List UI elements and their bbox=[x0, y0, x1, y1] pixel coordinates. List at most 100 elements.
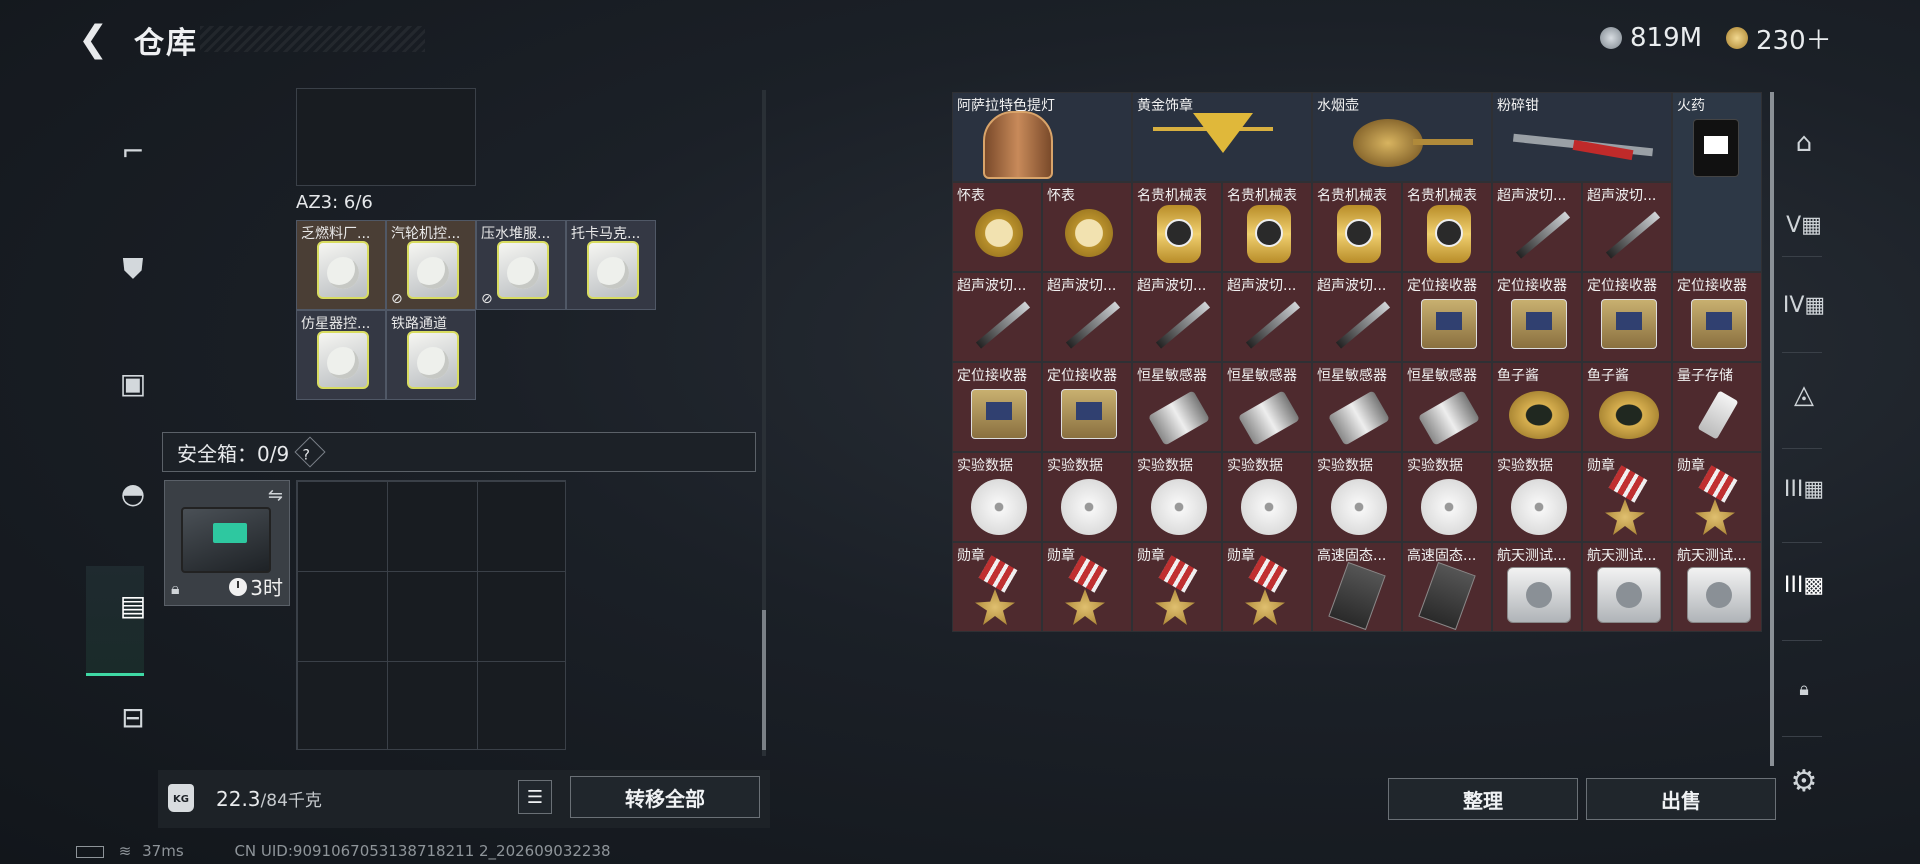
item-name: 鱼子酱 bbox=[1497, 368, 1539, 384]
gear-icon[interactable]: ⚙ bbox=[1780, 756, 1828, 806]
storage-item[interactable]: 实验数据 bbox=[1042, 452, 1132, 542]
storage-item[interactable]: 高速固态... bbox=[1312, 542, 1402, 632]
storage-item[interactable]: 勋章 bbox=[1042, 542, 1132, 632]
list-view-button[interactable]: ☰ bbox=[518, 780, 552, 814]
storage-scrollbar[interactable] bbox=[1770, 92, 1774, 766]
storage-item[interactable]: 超声波切... bbox=[1582, 182, 1672, 272]
container-item[interactable]: 汽轮机控... ⊘ bbox=[386, 220, 476, 310]
item-name: 怀表 bbox=[957, 188, 985, 204]
storage-item[interactable]: 粉碎钳 bbox=[1492, 92, 1672, 182]
left-scrollbar[interactable] bbox=[762, 90, 766, 756]
vest-icon[interactable]: ⛊ bbox=[112, 244, 154, 294]
storage-item[interactable]: 实验数据 bbox=[1492, 452, 1582, 542]
storage-item[interactable]: 定位接收器 bbox=[1492, 272, 1582, 362]
storage-item[interactable]: 鱼子酱 bbox=[1492, 362, 1582, 452]
sell-button[interactable]: 出售 bbox=[1586, 778, 1776, 820]
storage-item[interactable]: 恒星敏感器 bbox=[1402, 362, 1492, 452]
storage-item[interactable]: 超声波切... bbox=[1492, 182, 1582, 272]
lock-icon[interactable]: 🔒︎ bbox=[1780, 664, 1828, 714]
item-name: 水烟壶 bbox=[1317, 98, 1359, 114]
storage-item[interactable]: 超声波切... bbox=[1132, 272, 1222, 362]
container-item[interactable]: 仿星器控... bbox=[296, 310, 386, 400]
item-name: 勋章 bbox=[1137, 548, 1165, 564]
keycard-icon bbox=[407, 241, 459, 299]
container-item[interactable]: 托卡马克... bbox=[566, 220, 656, 310]
storage-item[interactable]: 名贵机械表 bbox=[1132, 182, 1222, 272]
container-item[interactable]: 铁路通道 bbox=[386, 310, 476, 400]
storage-item[interactable]: 怀表 bbox=[1042, 182, 1132, 272]
item-name: 实验数据 bbox=[1047, 458, 1103, 474]
container-label: AZ3: 6/6 bbox=[296, 192, 373, 213]
swap-icon[interactable]: ⇋ bbox=[268, 485, 283, 506]
bag-slot-icon[interactable]: ◬ bbox=[1780, 370, 1828, 420]
keycard-icon bbox=[497, 241, 549, 299]
storage-item[interactable]: 勋章 bbox=[1672, 452, 1762, 542]
storage-item[interactable]: 恒星敏感器 bbox=[1132, 362, 1222, 452]
armor-iii-icon[interactable]: III▦ bbox=[1780, 464, 1828, 514]
item-name: 勋章 bbox=[1587, 458, 1615, 474]
storage-item[interactable]: 超声波切... bbox=[1312, 272, 1402, 362]
storage-item[interactable]: 勋章 bbox=[952, 542, 1042, 632]
backpack-icon[interactable]: ▣ bbox=[112, 358, 154, 408]
storage-item[interactable]: 水烟壶 bbox=[1312, 92, 1492, 182]
safebox-icon[interactable]: ▤ bbox=[112, 580, 154, 630]
item-name: 铁路通道 bbox=[391, 316, 447, 332]
storage-item[interactable]: 名贵机械表 bbox=[1312, 182, 1402, 272]
storage-item[interactable]: 定位接收器 bbox=[1582, 272, 1672, 362]
storage-item[interactable]: 实验数据 bbox=[952, 452, 1042, 542]
storage-item[interactable]: 名贵机械表 bbox=[1402, 182, 1492, 272]
storage-item[interactable]: 黄金饰章 bbox=[1132, 92, 1312, 182]
storage-item[interactable]: 实验数据 bbox=[1132, 452, 1222, 542]
storage-item[interactable]: 航天测试... bbox=[1492, 542, 1582, 632]
sort-button[interactable]: 整理 bbox=[1388, 778, 1578, 820]
storage-item[interactable]: 航天测试... bbox=[1582, 542, 1672, 632]
item-name: 量子存储 bbox=[1677, 368, 1733, 384]
storage-item[interactable]: 超声波切... bbox=[1222, 272, 1312, 362]
help-icon[interactable]: ? bbox=[294, 436, 326, 468]
storage-item[interactable]: 怀表 bbox=[952, 182, 1042, 272]
pistol-icon[interactable]: ⌐ bbox=[112, 126, 154, 176]
storage-item[interactable]: 勋章 bbox=[1132, 542, 1222, 632]
toolbox-icon[interactable]: ⊟ bbox=[112, 692, 154, 742]
armor-iii-b-icon[interactable]: III▩ bbox=[1780, 560, 1828, 610]
storage-item[interactable]: 定位接收器 bbox=[952, 362, 1042, 452]
transfer-all-button[interactable]: 转移全部 bbox=[570, 776, 760, 818]
storage-item[interactable]: 航天测试... bbox=[1672, 542, 1762, 632]
item-name: 勋章 bbox=[1047, 548, 1075, 564]
storage-item[interactable]: 实验数据 bbox=[1222, 452, 1312, 542]
item-name: 怀表 bbox=[1047, 188, 1075, 204]
item-name: 定位接收器 bbox=[1047, 368, 1117, 384]
item-name: 压水堆服... bbox=[481, 226, 551, 242]
storage-item[interactable]: 恒星敏感器 bbox=[1222, 362, 1312, 452]
item-name: 粉碎钳 bbox=[1497, 98, 1539, 114]
storage-item[interactable]: 实验数据 bbox=[1402, 452, 1492, 542]
helmet-bag-icon[interactable]: ◓ bbox=[112, 468, 154, 518]
storage-item[interactable]: 实验数据 bbox=[1312, 452, 1402, 542]
item-name: 定位接收器 bbox=[1407, 278, 1477, 294]
storage-item[interactable]: 超声波切... bbox=[1042, 272, 1132, 362]
gold-currency[interactable]: 230＋ bbox=[1726, 20, 1832, 56]
safe-box-item[interactable]: ⇋ 🔒︎ 3时 bbox=[164, 480, 290, 606]
item-name: 汽轮机控... bbox=[391, 226, 461, 242]
storage-item[interactable]: 勋章 bbox=[1582, 452, 1672, 542]
storage-item[interactable]: 阿萨拉特色提灯 bbox=[952, 92, 1132, 182]
container-item[interactable]: 压水堆服... ⊘ bbox=[476, 220, 566, 310]
storage-item[interactable]: 量子存储 bbox=[1672, 362, 1762, 452]
storage-item[interactable]: 定位接收器 bbox=[1402, 272, 1492, 362]
safe-box-grid[interactable] bbox=[296, 480, 566, 750]
storage-item[interactable]: 名贵机械表 bbox=[1222, 182, 1312, 272]
storage-item[interactable]: 定位接收器 bbox=[1042, 362, 1132, 452]
item-name: 超声波切... bbox=[957, 278, 1027, 294]
storage-item[interactable]: 鱼子酱 bbox=[1582, 362, 1672, 452]
storage-item[interactable]: 火药 bbox=[1672, 92, 1762, 272]
storage-item[interactable]: 高速固态... bbox=[1402, 542, 1492, 632]
back-arrow-icon[interactable]: ❮ bbox=[78, 20, 112, 60]
storage-item[interactable]: 恒星敏感器 bbox=[1312, 362, 1402, 452]
storage-item[interactable]: 勋章 bbox=[1222, 542, 1312, 632]
armor-iv-icon[interactable]: IV▦ bbox=[1780, 280, 1828, 330]
container-item[interactable]: 乏燃料厂... bbox=[296, 220, 386, 310]
storage-item[interactable]: 超声波切... bbox=[952, 272, 1042, 362]
helmet-slot-icon[interactable]: ⌂ bbox=[1780, 118, 1828, 168]
storage-item[interactable]: 定位接收器 bbox=[1672, 272, 1762, 362]
armor-v-icon[interactable]: V▦ bbox=[1780, 200, 1828, 250]
